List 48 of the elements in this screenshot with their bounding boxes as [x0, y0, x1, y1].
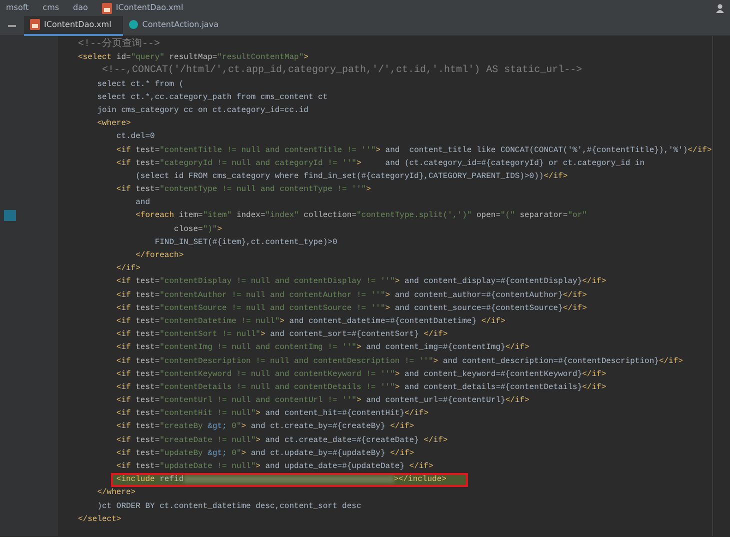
- code-line: <if test="createBy &gt; 0"> and ct.create_by=#{createBy} </if>: [115, 421, 416, 434]
- breadcrumb-item[interactable]: dao: [73, 2, 88, 14]
- code-line: </select>: [78, 514, 122, 526]
- code-line: <if test="contentDatetime != null"> and content_datetime=#{contentDatetime} </if>: [115, 316, 506, 328]
- code-line: <if test="contentHit != null"> and content_hit=#{contentHit}</if>: [115, 408, 430, 420]
- code-line: <if test="contentDisplay != null and contentDisplay != ''"> and content_display=#{contentDisplay}</if>: [115, 276, 608, 288]
- breadcrumb-item[interactable]: msoft: [6, 2, 29, 14]
- user-icon: [716, 4, 724, 12]
- code-line: <if test="contentAuthor != null and contentAuthor != ''"> and content_author=#{contentAuthor}</if>: [115, 290, 588, 302]
- xml-file-icon: [102, 2, 112, 14]
- code-line: (select id FROM cms_category where find_in_set(#{categoryId},CATEGORY_PARENT_IDS)>0))</if>: [134, 170, 569, 183]
- code-line: </where>: [96, 487, 137, 500]
- code-line: <if test="categoryId != null and categoryId != ''"> and (ct.category_id=#{categoryId} or ct.category_id in: [115, 158, 646, 170]
- minimize-icon: [8, 24, 16, 26]
- bookmark-marker[interactable]: [4, 210, 16, 222]
- code-line: and: [134, 197, 152, 210]
- code-line: <if test="contentTitle != null and contentTitle != ''"> and content_title like CONCAT(CONCAT('%',#{contentTitle}),'%')</if>: [115, 144, 712, 156]
- code-line: <if test="contentSource != null and contentSource != ''"> and content_source=#{contentSource}</if>: [115, 302, 588, 315]
- code-line: <if test="contentDetails != null and contentDetails != ''"> and content_details=#{contentDetails}</if>: [115, 382, 608, 394]
- code-line: <select id="query" resultMap="resultContentMap">: [78, 52, 310, 64]
- breadcrumb-item[interactable]: cms: [42, 2, 60, 14]
- code-line: FIND_IN_SET(#{item},ct.content_type)>0: [154, 236, 338, 249]
- code-line: <if test="contentSort != null"> and content_sort=#{contentSort} </if>: [115, 329, 449, 342]
- file-tab[interactable]: ContentAction.java: [123, 16, 230, 36]
- file-tab[interactable]: IContentDao.xml: [24, 16, 124, 36]
- code-line: <where>: [96, 118, 132, 130]
- code-line: <foreach item="item" index="index" collection="contentType.split(',')" open="(" separator="or": [134, 210, 588, 222]
- code-line: join cms_category cc on ct.category_id=cc.id: [96, 104, 310, 117]
- code-line: <if test="updateBy &gt; 0"> and ct.update_by=#{updateBy} </if>: [115, 448, 416, 460]
- code-line: <if test="contentType != null and contentType != ''">: [115, 184, 372, 196]
- code-line: )ct ORDER BY ct.content_datetime desc,content_sort desc: [96, 500, 362, 513]
- code-line: select ct.* from (: [96, 78, 185, 91]
- code-line: ct.del=0: [115, 131, 156, 144]
- code-line: <if test="contentImg != null and contentImg != ''"> and content_img=#{contentImg}</if>: [115, 342, 530, 354]
- code-line: close=")">: [173, 224, 224, 236]
- code-line: <if test="createDate != null"> and ct.create_date=#{createDate} </if>: [115, 434, 449, 447]
- code-line: </if>: [115, 263, 142, 276]
- code-line: <if test="contentDescription != null and contentDescription != ''"> and content_description=#{contentDescription}</if>: [115, 356, 684, 368]
- class-file-icon: [129, 20, 138, 29]
- xml-file-icon: [30, 19, 40, 30]
- code-line: select ct.*,cc.category_path from cms_content ct: [96, 92, 329, 104]
- code-line: <!--分页查询-->: [78, 38, 162, 52]
- code-line: <if test="contentUrl != null and contentUrl != ''"> and content_url=#{contentUrl}</if>: [115, 395, 530, 408]
- breadcrumb-item[interactable]: IContentDao.xml: [102, 2, 184, 14]
- code-line: <if test="contentKeyword != null and contentKeyword != ''"> and content_keyword=#{contentKeyword}</if>: [115, 368, 608, 381]
- code-line: <!--,CONCAT('/html/',ct.app_id,category_path,'/',ct.id,'.html') AS static_url-->: [101, 64, 584, 78]
- code-line: <if test="updateDate != null"> and update_date=#{updateDate} </if>: [115, 461, 434, 473]
- code-line: </foreach>: [134, 250, 185, 262]
